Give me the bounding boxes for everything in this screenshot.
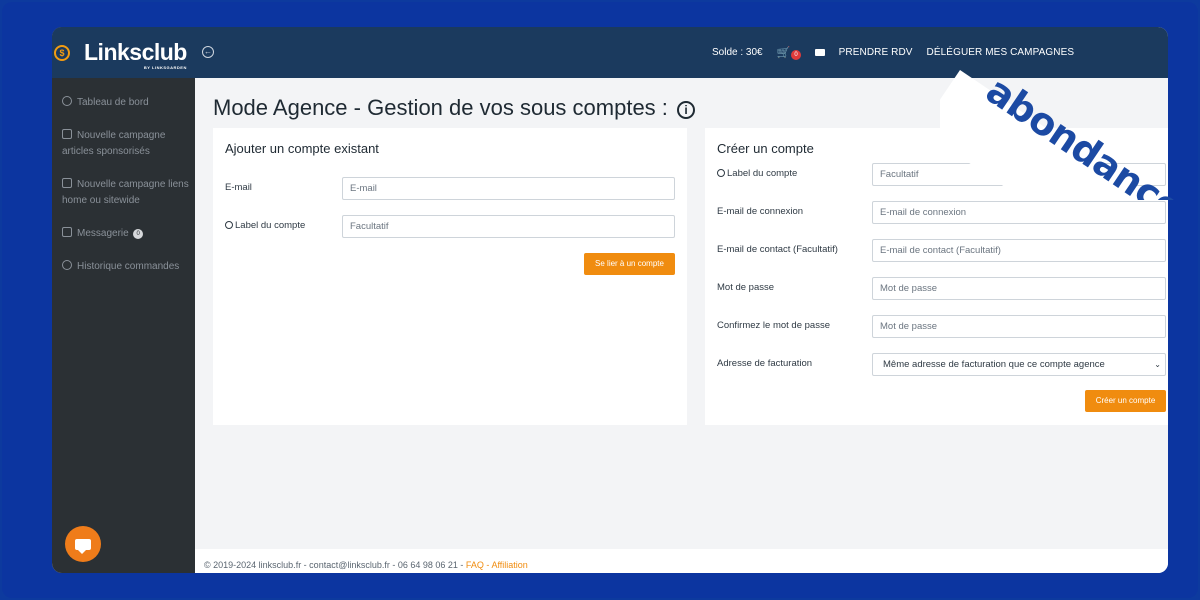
sidebar-item-new-home-links-campaign[interactable]: Nouvelle campagne liens home ou sitewide (52, 177, 195, 209)
messages-badge: 0 (133, 229, 143, 239)
affiliation-link[interactable]: Affiliation (491, 560, 527, 570)
account-label-label: Label du compte (225, 220, 305, 231)
link-existing-account-card: Ajouter un compte existant E-mail E-mail… (213, 128, 687, 425)
confirm-password-field[interactable]: Mot de passe (872, 315, 1166, 338)
sidebar-item-new-sponsored-campaign[interactable]: Nouvelle campagne articles sponsorisés (52, 128, 195, 160)
create-account-card: Créer un compte Label du compte Facultat… (705, 128, 1168, 425)
sidebar-nav: Tableau de bord Nouvelle campagne articl… (52, 95, 195, 292)
sidebar: $ Linksclub BY LINKSGARDEN Tableau de bo… (52, 27, 195, 573)
logo-icon: $ (54, 44, 70, 61)
sidebar-item-messages[interactable]: Messagerie 0 (52, 226, 195, 242)
card-title: Créer un compte (717, 141, 814, 156)
faq-link[interactable]: FAQ (466, 560, 484, 570)
account-label-field[interactable]: Facultatif (342, 215, 675, 238)
sidebar-item-dashboard[interactable]: Tableau de bord (52, 95, 195, 111)
book-appointment-link[interactable]: PRENDRE RDV (839, 47, 913, 58)
contact-email-field[interactable]: E-mail de contact (Facultatif) (872, 239, 1166, 262)
sidebar-item-order-history[interactable]: Historique commandes (52, 259, 195, 275)
brand-sub: BY LINKSGARDEN (143, 65, 187, 70)
page-title: Mode Agence - Gestion de vos sous compte… (213, 95, 696, 121)
footer: © 2019-2024 linksclub.fr - contact@links… (195, 549, 1168, 573)
collapse-sidebar-icon[interactable]: ← (202, 46, 214, 58)
account-label-field[interactable]: Facultatif (872, 163, 1166, 186)
mail-icon[interactable] (814, 49, 825, 56)
brand[interactable]: $ Linksclub BY LINKSGARDEN (52, 27, 195, 78)
contact-email-label: E-mail de contact (Facultatif) (717, 244, 838, 255)
confirm-password-label: Confirmez le mot de passe (717, 320, 830, 331)
delegate-campaigns-link[interactable]: DÉLÉGUER MES CAMPAGNES (927, 47, 1075, 58)
app-window: $ Linksclub BY LINKSGARDEN Tableau de bo… (52, 27, 1168, 573)
email-field[interactable]: E-mail (342, 177, 675, 200)
brand-name: Linksclub BY LINKSGARDEN (84, 39, 187, 70)
plus-square-icon (62, 178, 72, 188)
dashboard-icon (62, 96, 72, 106)
topbar: ← Solde : 30€ 🛒 0 PRENDRE RDV DÉLÉGUER ME… (195, 27, 1168, 78)
billing-address-label: Adresse de facturation (717, 358, 813, 369)
info-icon[interactable]: i (677, 101, 696, 119)
cart-button[interactable]: 🛒 0 (777, 46, 801, 60)
chat-icon (75, 538, 91, 554)
balance: Solde : 30€ (712, 47, 763, 58)
cart-count: 0 (791, 49, 801, 60)
info-icon (225, 221, 233, 229)
link-account-button[interactable]: Se lier à un compte (584, 253, 675, 275)
password-label: Mot de passe (717, 282, 775, 293)
topbar-actions: Solde : 30€ 🛒 0 PRENDRE RDV DÉLÉGUER MES … (712, 27, 1074, 78)
chat-button[interactable] (65, 526, 101, 562)
info-icon (717, 169, 725, 177)
envelope-icon (62, 227, 72, 237)
plus-square-icon (62, 129, 72, 139)
card-title: Ajouter un compte existant (225, 141, 379, 156)
login-email-field[interactable]: E-mail de connexion (872, 201, 1166, 224)
email-label: E-mail (225, 182, 252, 193)
chevron-down-icon: ⌄ (1154, 360, 1161, 369)
create-account-button[interactable]: Créer un compte (1085, 390, 1166, 412)
billing-address-select[interactable]: Même adresse de facturation que ce compt… (872, 353, 1166, 376)
cart-icon: 🛒 (776, 46, 791, 59)
login-email-label: E-mail de connexion (717, 206, 804, 217)
history-icon (62, 260, 72, 270)
password-field[interactable]: Mot de passe (872, 277, 1166, 300)
account-label-label: Label du compte (717, 168, 797, 179)
